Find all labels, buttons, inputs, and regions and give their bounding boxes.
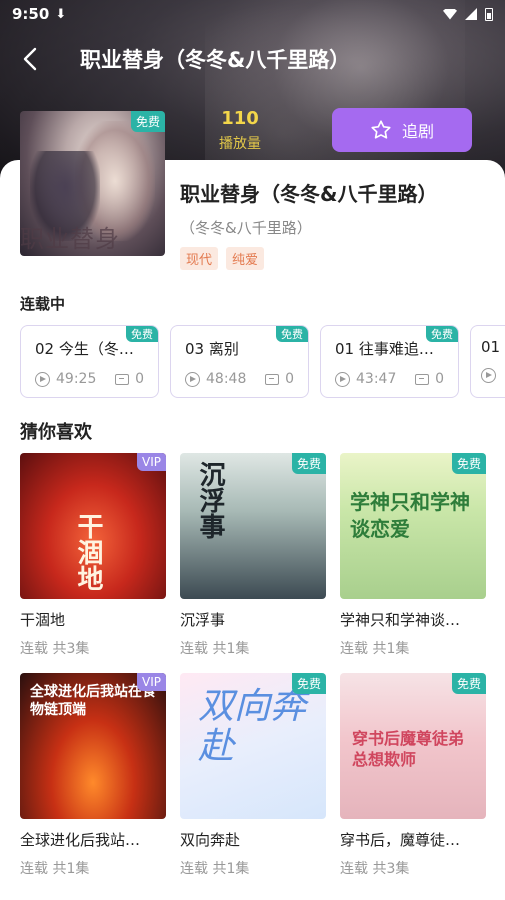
free-badge: 免费 — [276, 326, 308, 342]
cover-title-art: 沉浮事 — [195, 461, 225, 539]
comment-icon — [265, 373, 280, 385]
episode-title: 03 离别 — [185, 340, 239, 358]
vip-badge: VIP — [137, 673, 166, 691]
free-badge: 免费 — [126, 326, 158, 342]
recommendation-meta: 连载 共1集 — [180, 861, 250, 877]
free-badge: 免费 — [426, 326, 458, 342]
star-icon — [371, 120, 391, 139]
episode-list: 免费 02 今生（冬… 49:25 0 免费 03 离别 48:48 0 免费 … — [20, 325, 505, 400]
section-title-serial: 连载中 — [20, 295, 66, 313]
wifi-icon — [443, 8, 457, 20]
recommendation-name: 干涸地 — [20, 611, 66, 629]
follow-button[interactable]: 追剧 — [332, 108, 472, 152]
episode-card[interactable]: 免费 02 今生（冬… 49:25 0 — [20, 325, 159, 398]
free-badge: 免费 — [130, 111, 165, 132]
page-title: 职业替身（冬冬&八千里路） — [80, 48, 351, 72]
book-author: （冬冬&八千里路） — [180, 219, 312, 237]
episode-title: 02 今生（冬… — [35, 340, 134, 358]
signal-icon — [465, 8, 477, 20]
recommendation-cover: 全球进化后我站在食物链顶端 VIP — [20, 673, 166, 819]
recommendation-cover: 干涸地 VIP — [20, 453, 166, 599]
recommendation-name: 穿书后，魔尊徒… — [340, 831, 461, 849]
recommendation-item[interactable]: 学神只和学神谈恋爱 免费 学神只和学神谈… 连载 共1集 — [340, 453, 486, 658]
play-circle-icon — [335, 371, 350, 387]
play-count-label: 播放量 — [219, 136, 261, 152]
back-button[interactable] — [0, 36, 60, 82]
recommendation-meta: 连载 共1集 — [340, 641, 410, 657]
vip-badge: VIP — [137, 453, 166, 471]
play-count-value: 110 — [221, 108, 259, 129]
episode-duration: 48:48 — [206, 371, 247, 387]
cover-title-art: 穿书后魔尊徒弟总想欺师 — [352, 729, 465, 769]
play-circle-icon — [185, 371, 200, 387]
follow-label: 追剧 — [401, 122, 434, 141]
play-count: 110 播放量 — [210, 108, 270, 153]
recommendation-name: 沉浮事 — [180, 611, 226, 629]
nav-bar: 职业替身（冬冬&八千里路） — [0, 36, 505, 82]
recommendation-meta: 连载 共3集 — [340, 861, 410, 877]
recommendation-meta: 连载 共1集 — [20, 861, 90, 877]
back-arrow-icon — [23, 47, 37, 71]
episode-comments: 0 — [435, 371, 444, 387]
recommendation-name: 学神只和学神谈… — [340, 611, 461, 629]
free-badge: 免费 — [451, 453, 486, 474]
recommendation-cover: 学神只和学神谈恋爱 免费 — [340, 453, 486, 599]
recommendation-item[interactable]: 穿书后魔尊徒弟总想欺师 免费 穿书后，魔尊徒… 连载 共3集 — [340, 673, 486, 878]
cover-title-art: 双向奔赴 — [198, 686, 307, 767]
recommendation-meta: 连载 共1集 — [180, 641, 250, 657]
episode-card[interactable]: 免费 01 往事难追… 43:47 0 — [320, 325, 459, 398]
comment-icon — [115, 373, 130, 385]
status-time: 9:50 — [12, 5, 50, 23]
download-icon: ⬇ — [55, 6, 67, 22]
recommendation-name: 双向奔赴 — [180, 831, 241, 849]
episode-duration: 49:25 — [56, 371, 97, 387]
episode-title: 01 — [481, 338, 501, 356]
free-badge: 免费 — [291, 453, 326, 474]
recommendation-item[interactable]: 全球进化后我站在食物链顶端 VIP 全球进化后我站… 连载 共1集 — [20, 673, 166, 878]
recommendation-cover: 沉浮事 免费 — [180, 453, 326, 599]
episode-card[interactable]: 01 — [470, 325, 505, 398]
episode-comments: 0 — [135, 371, 144, 387]
recommendation-cover: 穿书后魔尊徒弟总想欺师 免费 — [340, 673, 486, 819]
book-cover[interactable]: 职业替身 免费 — [20, 111, 165, 256]
recommendation-cover: 双向奔赴 免费 — [180, 673, 326, 819]
free-badge: 免费 — [451, 673, 486, 694]
tag[interactable]: 现代 — [180, 247, 219, 270]
cover-title-art: 干涸地 — [73, 513, 103, 591]
free-badge: 免费 — [291, 673, 326, 694]
episode-comments: 0 — [285, 371, 294, 387]
book-title: 职业替身（冬冬&八千里路） — [180, 182, 438, 206]
section-title-guess: 猜你喜欢 — [20, 422, 92, 443]
episode-duration: 43:47 — [356, 371, 397, 387]
recommendation-name: 全球进化后我站… — [20, 831, 141, 849]
tag[interactable]: 纯爱 — [226, 247, 265, 270]
battery-icon — [485, 7, 493, 21]
recommendation-item[interactable]: 干涸地 VIP 干涸地 连载 共3集 — [20, 453, 166, 658]
cover-title-art: 职业替身 — [20, 225, 120, 253]
episode-card[interactable]: 免费 03 离别 48:48 0 — [170, 325, 309, 398]
recommendation-item[interactable]: 沉浮事 免费 沉浮事 连载 共1集 — [180, 453, 326, 658]
recommendation-meta: 连载 共3集 — [20, 641, 90, 657]
comment-icon — [415, 373, 430, 385]
play-circle-icon — [481, 368, 496, 383]
episode-title: 01 往事难追… — [335, 340, 434, 358]
tag-list: 现代 纯爱 — [180, 247, 265, 270]
status-bar: 9:50 ⬇ — [0, 0, 505, 28]
play-circle-icon — [35, 371, 50, 387]
recommendation-item[interactable]: 双向奔赴 免费 双向奔赴 连载 共1集 — [180, 673, 326, 878]
cover-title-art: 学神只和学神谈恋爱 — [350, 490, 470, 541]
